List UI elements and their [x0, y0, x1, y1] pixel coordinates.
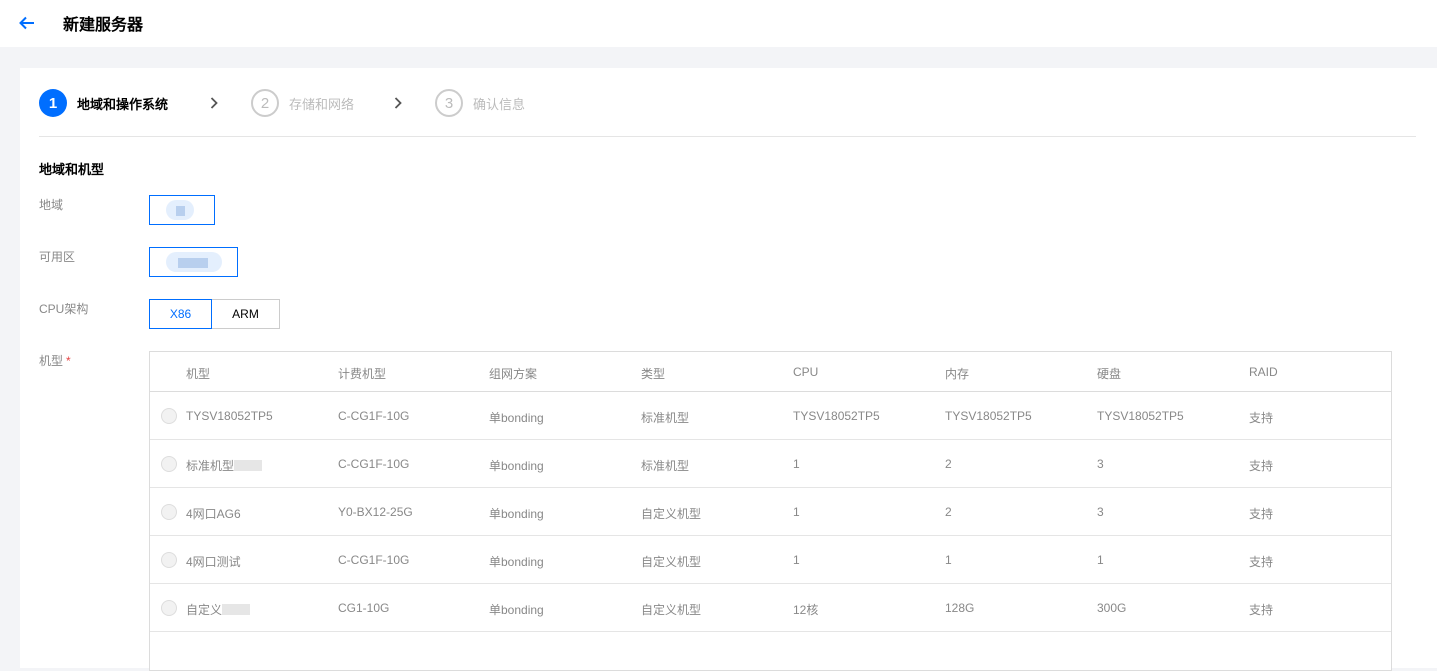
step-number: 1: [39, 89, 67, 117]
divider: [39, 136, 1416, 137]
cell-memory: 1: [945, 553, 952, 567]
table-row[interactable]: [150, 632, 1391, 670]
zone-selector[interactable]: [149, 247, 238, 277]
cpu-arch-toggle: X86 ARM: [149, 299, 280, 329]
cell-cpu: 1: [793, 553, 800, 567]
chevron-right-icon: [394, 97, 402, 109]
cell-network: 单bonding: [489, 603, 544, 617]
redacted-mask: [234, 460, 263, 471]
cell-model: 标准机型: [186, 457, 263, 474]
step-number: 2: [251, 89, 279, 117]
cell-model-text: 自定义: [186, 603, 223, 617]
cell-network: 单bonding: [489, 411, 544, 425]
table-row[interactable]: 自定义 CG1-10G 单bonding 自定义机型 12核 128G 300G…: [150, 584, 1391, 632]
cell-memory: 128G: [945, 601, 975, 615]
step-label: 存储和网络: [289, 96, 355, 112]
model-table: 机型 计费机型 组网方案 类型 CPU 内存 硬盘 RAID TYSV18052…: [149, 351, 1392, 671]
column-header: 类型: [641, 367, 666, 381]
page-title: 新建服务器: [63, 17, 144, 34]
step-label: 确认信息: [473, 96, 526, 112]
cell-billing-model: C-CG1F-10G: [338, 553, 410, 567]
column-header: 内存: [945, 367, 970, 381]
cell-model: TYSV18052TP5: [186, 409, 273, 423]
region-selector[interactable]: [149, 195, 215, 225]
cell-billing-model: C-CG1F-10G: [338, 409, 410, 423]
cell-billing-model: CG1-10G: [338, 601, 390, 615]
redacted-mask: [222, 604, 251, 615]
cell-cpu: 1: [793, 505, 800, 519]
cell-model: 自定义: [186, 601, 251, 618]
step-2[interactable]: 2 存储和网络: [251, 89, 354, 117]
cell-cpu: TYSV18052TP5: [793, 409, 880, 423]
step-1[interactable]: 1 地域和操作系统: [39, 89, 168, 117]
column-header: 机型: [186, 367, 211, 381]
cell-billing-model: C-CG1F-10G: [338, 457, 410, 471]
row-radio[interactable]: [161, 600, 177, 616]
cell-model-text: 标准机型: [186, 459, 235, 473]
cell-model: 4网口AG6: [186, 507, 241, 521]
column-header: 组网方案: [489, 367, 538, 381]
step-3[interactable]: 3 确认信息: [435, 89, 525, 117]
cell-memory: TYSV18052TP5: [945, 409, 1032, 423]
cell-network: 单bonding: [489, 459, 544, 473]
cell-billing-model: Y0-BX12-25G: [338, 505, 413, 519]
cell-disk: 3: [1097, 505, 1104, 519]
step-number: 3: [435, 89, 463, 117]
cell-raid: 支持: [1249, 411, 1274, 425]
chevron-right-icon: [210, 97, 218, 109]
cpu-arch-x86-option[interactable]: X86: [149, 299, 212, 329]
cpu-arch-arm-option[interactable]: ARM: [212, 299, 280, 329]
table-row[interactable]: TYSV18052TP5 C-CG1F-10G 单bonding 标准机型 TY…: [150, 392, 1391, 440]
required-mark: *: [66, 354, 71, 368]
table-row[interactable]: 4网口测试 C-CG1F-10G 单bonding 自定义机型 1 1 1 支持: [150, 536, 1391, 584]
model-label: 机型 *: [39, 352, 71, 369]
row-radio[interactable]: [161, 552, 177, 568]
column-header: 硬盘: [1097, 367, 1122, 381]
table-header: 机型 计费机型 组网方案 类型 CPU 内存 硬盘 RAID: [150, 352, 1391, 392]
top-bar: 新建服务器: [0, 0, 1437, 47]
row-radio[interactable]: [161, 456, 177, 472]
row-radio[interactable]: [161, 408, 177, 424]
step-label: 地域和操作系统: [77, 96, 169, 112]
cell-type: 自定义机型: [641, 555, 702, 569]
main-card: 1 地域和操作系统 2 存储和网络 3 确认信息 地域和机型 地域 可用区 CP…: [20, 68, 1437, 671]
zone-label: 可用区: [39, 250, 76, 264]
section-title: 地域和机型: [39, 162, 105, 177]
table-row[interactable]: 标准机型 C-CG1F-10G 单bonding 标准机型 1 2 3 支持: [150, 440, 1391, 488]
cell-cpu: 12核: [793, 603, 819, 617]
table-row[interactable]: 4网口AG6 Y0-BX12-25G 单bonding 自定义机型 1 2 3 …: [150, 488, 1391, 536]
cell-type: 自定义机型: [641, 603, 702, 617]
region-label: 地域: [39, 198, 64, 212]
cell-network: 单bonding: [489, 507, 544, 521]
column-header: 计费机型: [338, 367, 387, 381]
cell-type: 标准机型: [641, 459, 690, 473]
cell-disk: 1: [1097, 553, 1104, 567]
model-label-text: 机型: [39, 354, 64, 368]
zone-value-redacted: [166, 252, 222, 272]
back-arrow-icon[interactable]: [17, 13, 37, 33]
row-radio[interactable]: [161, 504, 177, 520]
cell-disk: 3: [1097, 457, 1104, 471]
region-value-redacted: [166, 200, 194, 220]
cell-type: 自定义机型: [641, 507, 702, 521]
cpu-arch-label: CPU架构: [39, 302, 89, 316]
cell-raid: 支持: [1249, 603, 1274, 617]
cell-cpu: 1: [793, 457, 800, 471]
cell-raid: 支持: [1249, 555, 1274, 569]
cell-disk: TYSV18052TP5: [1097, 409, 1184, 423]
cell-disk: 300G: [1097, 601, 1127, 615]
cell-memory: 2: [945, 505, 952, 519]
column-header: RAID: [1249, 365, 1278, 379]
cell-raid: 支持: [1249, 459, 1274, 473]
cell-memory: 2: [945, 457, 952, 471]
cell-model: 4网口测试: [186, 555, 241, 569]
cell-type: 标准机型: [641, 411, 690, 425]
cell-raid: 支持: [1249, 507, 1274, 521]
cell-network: 单bonding: [489, 555, 544, 569]
column-header: CPU: [793, 365, 819, 379]
